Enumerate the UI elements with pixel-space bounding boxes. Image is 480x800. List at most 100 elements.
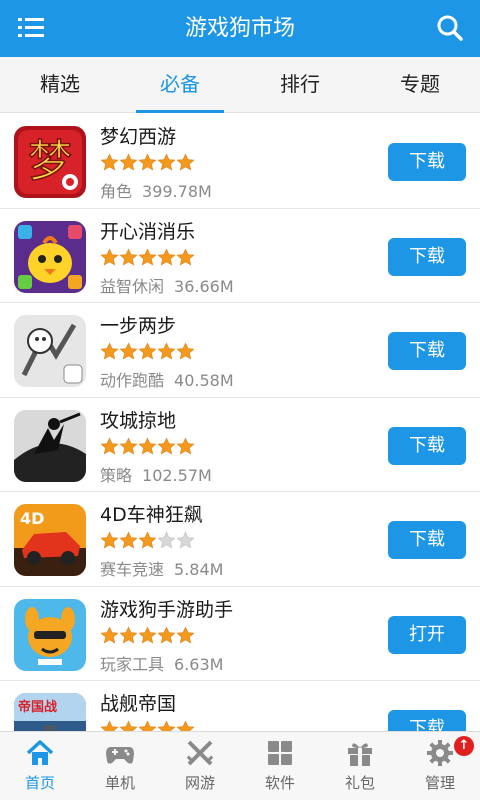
star-filled-icon <box>157 437 176 460</box>
yibu-liangbu-icon[interactable] <box>14 315 86 387</box>
nav-label: 软件 <box>264 774 295 792</box>
app-list-item[interactable]: 游戏狗手游助手 玩家工具 6.63M 打开 <box>0 587 480 681</box>
star-filled-icon <box>138 626 157 649</box>
star-filled-icon <box>176 437 195 460</box>
gear-icon <box>425 738 455 768</box>
nav-label: 网游 <box>184 774 215 792</box>
nav-gift[interactable]: 礼包 <box>320 732 400 800</box>
rating-stars <box>100 342 195 362</box>
app-size: 40.58M <box>174 371 234 390</box>
zhanjian-diguo-icon[interactable]: 帝国战 <box>14 693 86 732</box>
grid-apps-icon <box>265 738 295 768</box>
star-filled-icon <box>119 626 138 649</box>
app-category: 益智休闲 <box>100 276 165 296</box>
star-filled-icon <box>119 342 138 365</box>
app-list-item[interactable]: 4D 4D车神狂飙 赛车竞速 5.84M 下载 <box>0 492 480 587</box>
nav-label: 管理 <box>424 774 455 792</box>
app-meta: 赛车竞速 5.84M <box>100 556 223 580</box>
search-icon[interactable] <box>436 14 464 42</box>
rating-stars <box>100 248 195 268</box>
app-category: 策略 <box>100 465 133 485</box>
star-filled-icon <box>138 342 157 365</box>
tab-paihang[interactable]: 排行 <box>240 57 360 112</box>
gongcheng-luedi-icon[interactable] <box>14 409 86 482</box>
app-name: 开心消消乐 <box>100 220 196 243</box>
app-list[interactable]: 梦梦幻西游 角色 399.78M 下载 开心消消乐 益智休闲 36.66M 下载 一步两步 动作跑… <box>0 114 480 732</box>
app-list-item[interactable]: 帝国战 战舰帝国下载 <box>0 681 480 732</box>
gift-icon <box>345 738 375 768</box>
star-filled-icon <box>176 248 195 271</box>
star-filled-icon <box>176 153 195 176</box>
star-filled-icon <box>119 437 138 460</box>
star-filled-icon <box>138 531 157 554</box>
app-meta: 角色 399.78M <box>100 178 212 202</box>
svg-text:4D: 4D <box>20 509 44 528</box>
star-filled-icon <box>138 437 157 460</box>
4d-racing-icon[interactable]: 4D <box>14 504 86 576</box>
app-meta: 益智休闲 36.66M <box>100 273 234 297</box>
rating-stars <box>100 153 195 173</box>
kaixin-xiaoxiaole-icon[interactable] <box>14 220 86 293</box>
star-filled-icon <box>119 248 138 271</box>
app-meta: 动作跑酷 40.58M <box>100 367 234 391</box>
app-size: 36.66M <box>174 276 234 296</box>
app-list-item[interactable]: 一步两步 动作跑酷 40.58M 下载 <box>0 303 480 398</box>
app-meta: 策略 102.57M <box>100 462 212 486</box>
tab-jingxuan[interactable]: 精选 <box>0 57 120 112</box>
app-category: 玩家工具 <box>100 654 165 674</box>
nav-gear[interactable]: ↑ 管理 <box>400 732 480 800</box>
nav-label: 首页 <box>24 774 55 792</box>
rating-stars <box>100 437 195 457</box>
app-list-item[interactable]: 梦梦幻西游角色 399.78M 下载 <box>0 114 480 209</box>
download-button[interactable]: 下载 <box>388 143 466 181</box>
menghuan-xiyou-icon[interactable]: 梦 <box>14 126 86 198</box>
youxigou-assistant-icon[interactable] <box>14 598 86 671</box>
download-button[interactable]: 下载 <box>388 332 466 370</box>
star-filled-icon <box>100 437 119 460</box>
star-filled-icon <box>100 531 119 554</box>
rating-stars <box>100 626 195 646</box>
download-button[interactable]: 下载 <box>388 710 466 732</box>
download-button[interactable]: 下载 <box>388 521 466 559</box>
app-category: 赛车竞速 <box>100 560 165 579</box>
home-icon <box>25 738 55 768</box>
star-filled-icon <box>157 248 176 271</box>
star-filled-icon <box>138 153 157 176</box>
app-size: 5.84M <box>174 560 224 579</box>
app-name: 攻城掠地 <box>100 409 177 432</box>
star-empty-icon <box>157 531 176 554</box>
nav-crossed-swords[interactable]: 网游 <box>160 732 240 800</box>
star-filled-icon <box>176 342 195 365</box>
app-list-item[interactable]: 开心消消乐益智休闲 36.66M 下载 <box>0 209 480 303</box>
nav-grid-apps[interactable]: 软件 <box>240 732 320 800</box>
star-filled-icon <box>119 153 138 176</box>
tab-bibei[interactable]: 必备 <box>120 57 240 113</box>
star-filled-icon <box>157 342 176 365</box>
gamepad-icon <box>105 738 135 768</box>
app-name: 战舰帝国 <box>100 693 177 715</box>
crossed-swords-icon <box>185 738 215 768</box>
star-filled-icon <box>100 342 119 365</box>
star-filled-icon <box>176 626 195 649</box>
app-name: 游戏狗手游助手 <box>100 598 234 621</box>
update-badge: ↑ <box>454 736 474 756</box>
nav-gamepad[interactable]: 单机 <box>80 732 160 800</box>
nav-home[interactable]: 首页 <box>0 732 80 800</box>
app-header: 游戏狗市场 <box>0 0 480 57</box>
app-size: 102.57M <box>142 465 212 485</box>
star-filled-icon <box>100 626 119 649</box>
star-filled-icon <box>157 153 176 176</box>
app-name: 梦幻西游 <box>100 126 177 148</box>
page-title: 游戏狗市场 <box>184 16 295 41</box>
tab-zhuanti[interactable]: 专题 <box>360 57 480 112</box>
app-list-item[interactable]: 攻城掠地策略 102.57M 下载 <box>0 398 480 492</box>
category-tabs: 精选 必备 排行 专题 <box>0 57 480 113</box>
download-button[interactable]: 下载 <box>388 426 466 465</box>
app-name: 4D车神狂飙 <box>100 504 203 526</box>
app-category: 角色 <box>100 182 133 201</box>
open-button[interactable]: 打开 <box>388 615 466 654</box>
nav-label: 礼包 <box>344 774 375 792</box>
download-button[interactable]: 下载 <box>388 237 466 276</box>
app-size: 6.63M <box>174 654 224 674</box>
app-meta: 玩家工具 6.63M <box>100 651 223 675</box>
